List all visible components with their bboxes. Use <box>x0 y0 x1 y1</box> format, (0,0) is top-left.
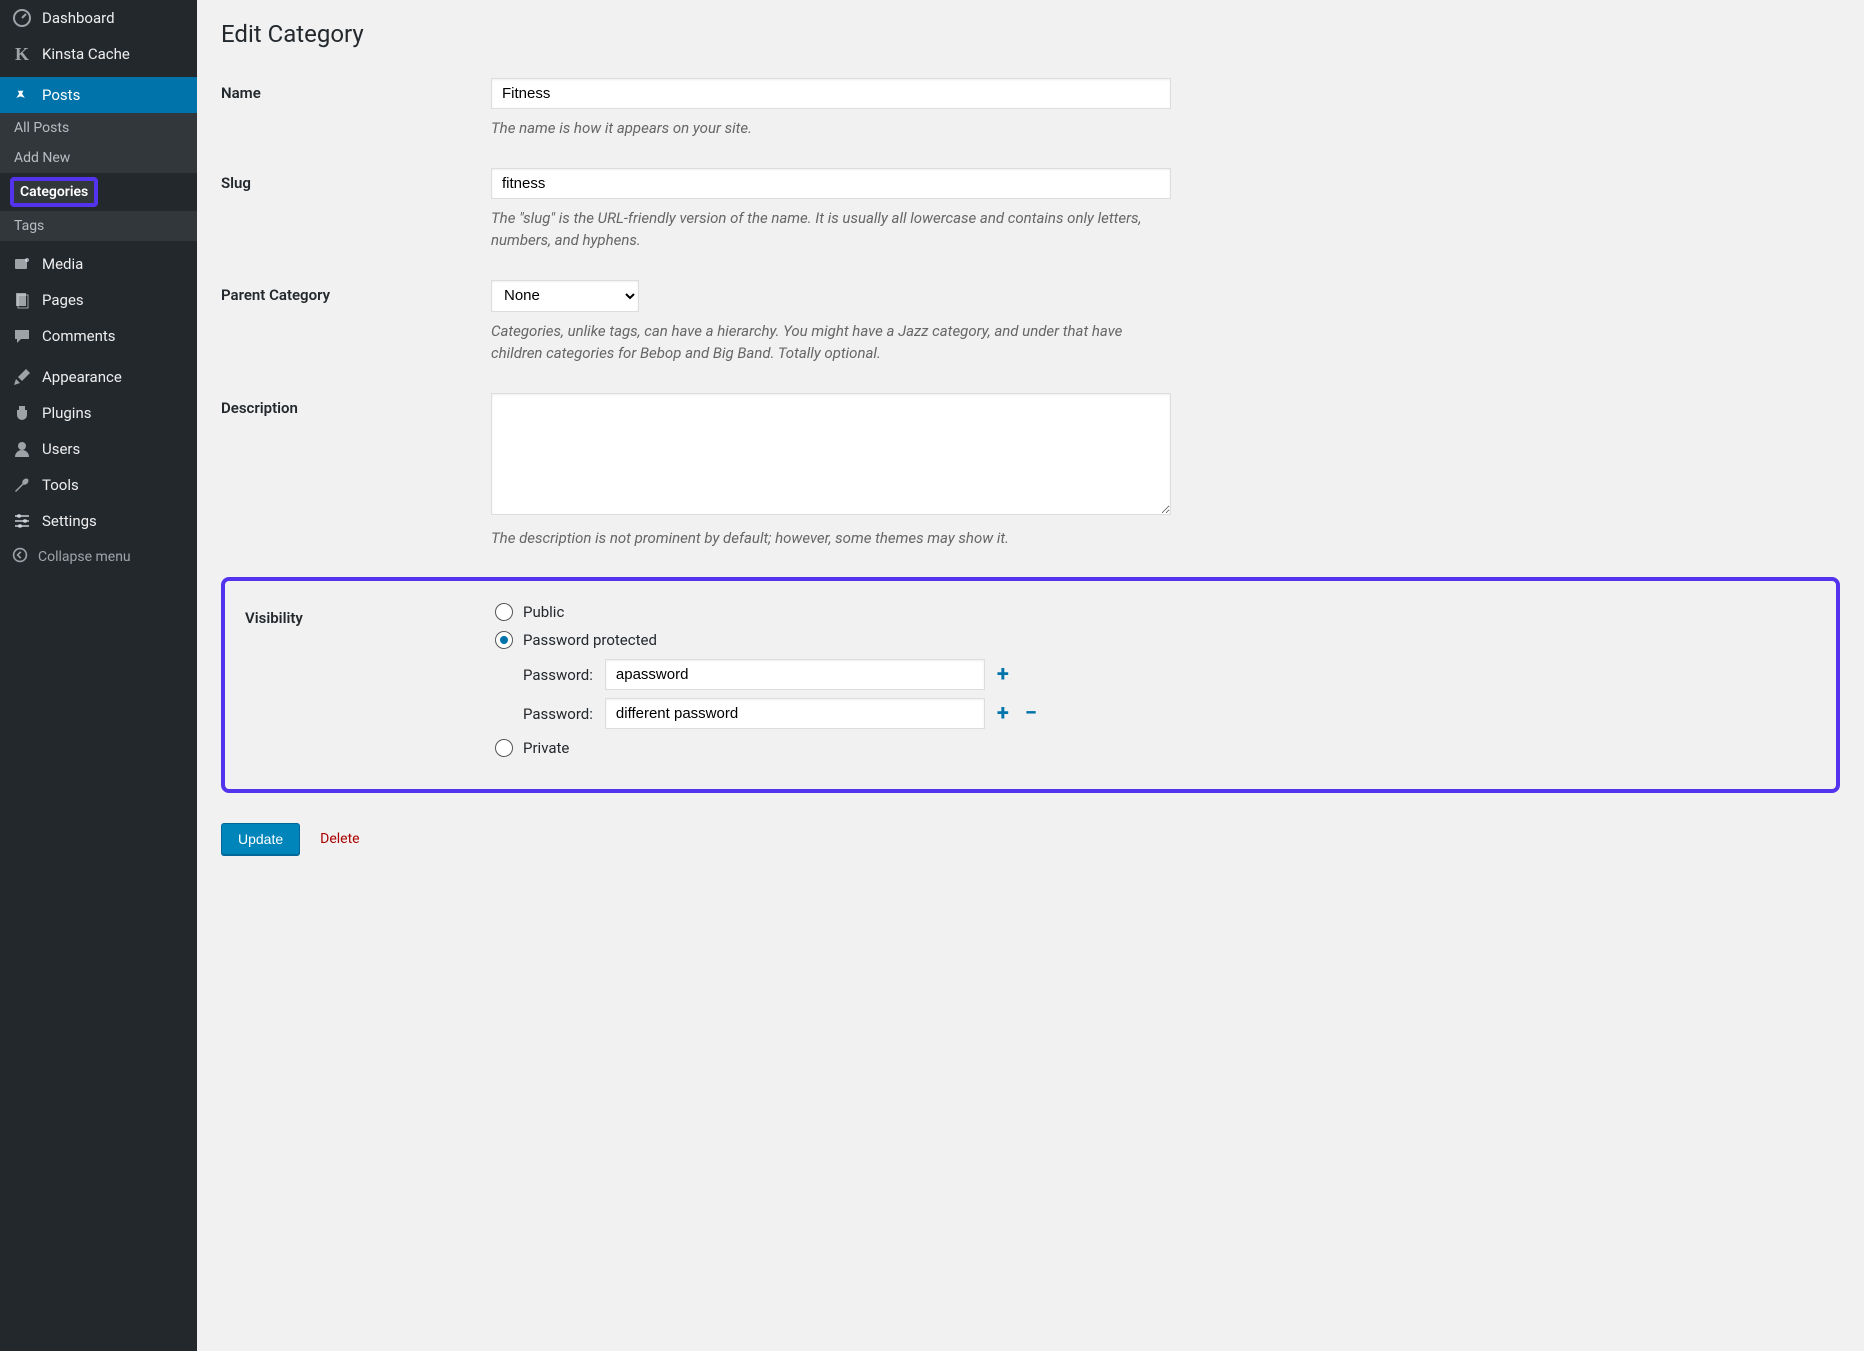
sidebar-item-label: Tools <box>42 476 79 494</box>
sidebar-item-label: Plugins <box>42 404 91 422</box>
delete-link[interactable]: Delete <box>320 831 359 847</box>
brush-icon <box>12 367 32 387</box>
sidebar-item-label: Kinsta Cache <box>42 45 130 63</box>
visibility-public-option[interactable]: Public <box>495 603 1175 621</box>
sidebar-item-plugins[interactable]: Plugins <box>0 395 197 431</box>
sidebar-item-media[interactable]: Media <box>0 246 197 282</box>
collapse-icon <box>12 547 28 567</box>
sidebar-item-label: Settings <box>42 512 97 530</box>
admin-sidebar: Dashboard K Kinsta Cache Posts All Posts… <box>0 0 197 1351</box>
wrench-icon <box>12 475 32 495</box>
visibility-label: Visibility <box>225 603 495 627</box>
update-button[interactable]: Update <box>221 823 300 855</box>
sliders-icon <box>12 511 32 531</box>
sidebar-item-label: Posts <box>42 86 80 104</box>
slug-description: The "slug" is the URL-friendly version o… <box>491 207 1171 252</box>
radio-icon <box>495 603 513 621</box>
parent-label: Parent Category <box>221 280 491 304</box>
sidebar-item-kinsta[interactable]: K Kinsta Cache <box>0 36 197 72</box>
sidebar-item-comments[interactable]: Comments <box>0 318 197 354</box>
comments-icon <box>12 326 32 346</box>
name-label: Name <box>221 78 491 102</box>
media-icon <box>12 254 32 274</box>
sidebar-item-label: Appearance <box>42 368 122 386</box>
radio-label: Password protected <box>523 631 657 649</box>
sidebar-item-tools[interactable]: Tools <box>0 467 197 503</box>
visibility-protected-option[interactable]: Password protected <box>495 631 1175 649</box>
sub-item-add-new[interactable]: Add New <box>0 143 197 173</box>
dashboard-icon <box>12 8 32 28</box>
radio-label: Private <box>523 739 569 757</box>
description-description: The description is not prominent by defa… <box>491 527 1171 550</box>
password-label: Password: <box>523 666 593 684</box>
sidebar-item-posts[interactable]: Posts <box>0 77 197 113</box>
radio-label: Public <box>523 603 564 621</box>
password-input-1[interactable] <box>605 659 985 690</box>
kinsta-icon: K <box>12 44 32 64</box>
sidebar-item-users[interactable]: Users <box>0 431 197 467</box>
sub-item-label: Categories <box>20 184 88 200</box>
sub-item-all-posts[interactable]: All Posts <box>0 113 197 143</box>
sidebar-item-dashboard[interactable]: Dashboard <box>0 0 197 36</box>
sidebar-item-label: Dashboard <box>42 9 115 27</box>
sidebar-item-label: Comments <box>42 327 116 345</box>
remove-password-button[interactable]: − <box>1021 701 1041 726</box>
visibility-section-highlighted: Visibility Public Password protected Pas… <box>221 577 1840 793</box>
pages-icon <box>12 290 32 310</box>
sidebar-item-pages[interactable]: Pages <box>0 282 197 318</box>
pin-icon <box>12 85 32 105</box>
password-label: Password: <box>523 705 593 723</box>
password-input-2[interactable] <box>605 698 985 729</box>
parent-select[interactable]: None <box>491 280 639 312</box>
sidebar-item-settings[interactable]: Settings <box>0 503 197 539</box>
sidebar-item-appearance[interactable]: Appearance <box>0 359 197 395</box>
sub-item-tags[interactable]: Tags <box>0 211 197 241</box>
slug-input[interactable] <box>491 168 1171 199</box>
sidebar-item-label: Media <box>42 255 83 273</box>
parent-description: Categories, unlike tags, can have a hier… <box>491 320 1171 365</box>
sidebar-item-label: Users <box>42 440 80 458</box>
collapse-label: Collapse menu <box>38 549 131 565</box>
description-textarea[interactable] <box>491 393 1171 515</box>
radio-icon-checked <box>495 631 513 649</box>
visibility-private-option[interactable]: Private <box>495 739 1175 757</box>
add-password-button[interactable]: + <box>993 701 1013 726</box>
user-icon <box>12 439 32 459</box>
sidebar-item-label: Pages <box>42 291 84 309</box>
slug-label: Slug <box>221 168 491 192</box>
plug-icon <box>12 403 32 423</box>
name-description: The name is how it appears on your site. <box>491 117 1171 140</box>
page-title: Edit Category <box>221 20 1840 48</box>
collapse-menu-button[interactable]: Collapse menu <box>0 539 197 575</box>
sub-item-categories-highlighted[interactable]: Categories <box>10 177 98 207</box>
radio-icon <box>495 739 513 757</box>
main-content: Edit Category Name The name is how it ap… <box>197 0 1864 1351</box>
name-input[interactable] <box>491 78 1171 109</box>
description-label: Description <box>221 393 491 417</box>
add-password-button[interactable]: + <box>993 662 1013 687</box>
